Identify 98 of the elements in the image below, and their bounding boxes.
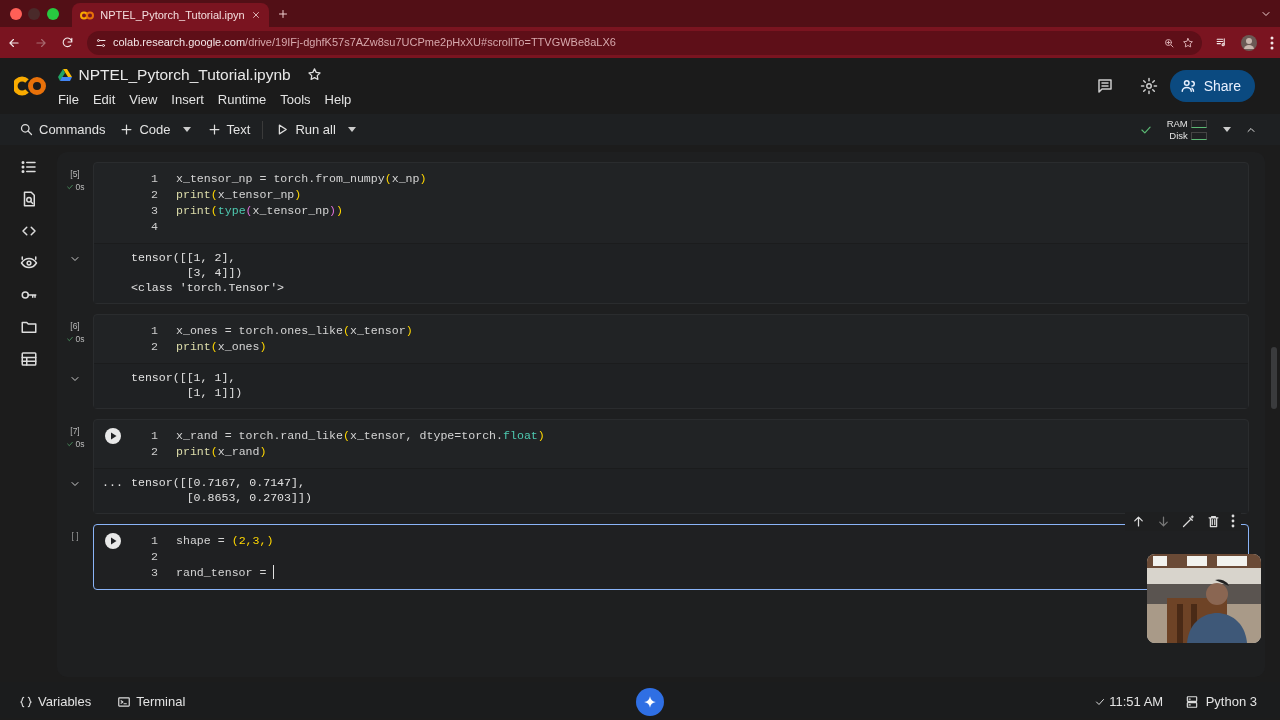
search-icon bbox=[19, 122, 34, 137]
arrow-down-icon[interactable] bbox=[1156, 514, 1171, 529]
check-icon bbox=[65, 183, 74, 192]
code-line: x_ones = torch.ones_like(x_tensor) bbox=[176, 323, 413, 339]
code-line: x_tensor_np = torch.from_numpy(x_np) bbox=[176, 171, 427, 187]
reload-icon[interactable] bbox=[60, 36, 74, 49]
line-number: 3 bbox=[150, 565, 158, 581]
status-bar-button[interactable]: Variables bbox=[13, 689, 98, 715]
table-icon[interactable] bbox=[19, 350, 38, 368]
execution-count: [ ] bbox=[71, 530, 79, 543]
browser-tab[interactable]: NPTEL_Pytorch_Tutorial.ipyn bbox=[71, 3, 270, 27]
assistant-button[interactable] bbox=[635, 688, 664, 716]
close-icon[interactable] bbox=[251, 10, 262, 20]
execution-count: [6] bbox=[70, 320, 80, 333]
plus-icon bbox=[206, 122, 222, 137]
menu-item[interactable]: Edit bbox=[92, 89, 116, 109]
line-number: 2 bbox=[150, 187, 158, 203]
line-number: 1 bbox=[150, 323, 158, 339]
caret-icon[interactable] bbox=[347, 127, 356, 132]
bookmark-star-icon[interactable] bbox=[1181, 36, 1194, 49]
execution-time: 0s bbox=[65, 180, 85, 194]
menu-item[interactable]: View bbox=[129, 89, 158, 109]
menu-item[interactable]: Help bbox=[324, 89, 352, 109]
more-icon[interactable] bbox=[1231, 514, 1235, 528]
server-icon bbox=[1185, 695, 1200, 709]
code-line: rand_tensor = bbox=[176, 565, 268, 581]
code-line: print(x_rand) bbox=[176, 444, 267, 460]
close-window-button[interactable] bbox=[9, 7, 22, 20]
line-number: 1 bbox=[150, 533, 158, 549]
execution-time: 0s bbox=[65, 437, 85, 451]
code-line: x_rand = torch.rand_like(x_tensor, dtype=torch.float) bbox=[176, 428, 545, 444]
comment-icon[interactable] bbox=[1095, 77, 1114, 95]
run-button[interactable] bbox=[104, 533, 121, 549]
settings-icon[interactable] bbox=[1139, 77, 1158, 95]
toolbar-button[interactable]: Text bbox=[200, 116, 257, 143]
status-bar-button[interactable]: Terminal bbox=[111, 689, 192, 715]
trash-icon[interactable] bbox=[1206, 514, 1221, 529]
cell-output: tensor([[1, 2], [3, 4]]) <class 'torch.Tensor'> bbox=[131, 250, 285, 295]
line-number: 4 bbox=[150, 219, 158, 235]
media-icon[interactable] bbox=[1214, 36, 1228, 49]
code-cell[interactable]: 1 x_tensor_np = torch.from_numpy(x_np) 2 print(x_tensor_np) 3 print(type(x_tensor_np)) 4 tensor([[1, 2], [3, 4]]) <class 'torch.Tensor'> bbox=[93, 162, 1249, 304]
line-number: 1 bbox=[150, 428, 158, 444]
table-of-contents-icon[interactable] bbox=[19, 158, 38, 176]
magic-wand-icon[interactable] bbox=[1181, 514, 1196, 529]
line-number: 2 bbox=[150, 444, 158, 460]
address-field[interactable]: colab.research.google.com/drive/19IFj-dghfK57s7AZw8su7UCPme2pHxXU#scrollTo=TTVGWBe8aLX6 bbox=[86, 30, 1202, 55]
execution-count: [7] bbox=[70, 425, 80, 438]
caret-icon[interactable] bbox=[182, 127, 191, 132]
check-icon bbox=[1093, 696, 1106, 708]
caret-icon[interactable] bbox=[1223, 127, 1231, 132]
run-button[interactable] bbox=[104, 428, 121, 444]
line-number: 3 bbox=[150, 203, 158, 219]
drive-icon bbox=[58, 68, 72, 81]
code-line: print(type(x_tensor_np)) bbox=[176, 203, 344, 219]
line-number: 1 bbox=[150, 171, 158, 187]
cell-output: tensor([[1, 1], [1, 1]]) bbox=[131, 370, 243, 400]
braces-icon bbox=[19, 695, 33, 709]
logo-icon bbox=[79, 10, 94, 20]
execution-count: [5] bbox=[70, 168, 80, 181]
code-line: print(x_tensor_np) bbox=[176, 187, 302, 203]
star-icon[interactable] bbox=[307, 67, 323, 83]
code-line: shape = (2,3,) bbox=[176, 533, 274, 549]
tab-title: NPTEL_Pytorch_Tutorial.ipyn bbox=[100, 7, 245, 23]
site-settings-icon[interactable] bbox=[94, 36, 107, 49]
output-busy-indicator: ... bbox=[102, 475, 123, 491]
check-icon bbox=[65, 440, 74, 449]
notebook-title[interactable]: NPTEL_Pytorch_Tutorial.ipynb bbox=[78, 63, 291, 87]
more-icon[interactable] bbox=[1269, 35, 1274, 50]
execution-time: 0s bbox=[65, 332, 85, 346]
line-number: 2 bbox=[150, 549, 158, 565]
cell-output: tensor([[0.7167, 0.7147], [0.8653, 0.2703]]) bbox=[131, 475, 312, 505]
toolbar-button[interactable]: Code bbox=[113, 116, 177, 143]
share-button[interactable]: Share bbox=[1169, 70, 1255, 102]
code-cell[interactable]: 1 shape = (2,3,) 2 3 rand_tensor = bbox=[93, 524, 1249, 590]
new-tab-icon[interactable] bbox=[277, 7, 290, 20]
menu-item[interactable]: Insert bbox=[171, 89, 204, 109]
terminal-icon bbox=[117, 695, 132, 709]
runtime-status[interactable]: Python 3 bbox=[1185, 692, 1257, 712]
code-line: print(x_ones) bbox=[176, 339, 267, 355]
menu-item[interactable]: Runtime bbox=[217, 89, 267, 109]
menu-item[interactable]: Tools bbox=[280, 89, 311, 109]
scrollbar[interactable] bbox=[1271, 347, 1277, 409]
check-icon bbox=[65, 335, 74, 344]
code-cell[interactable]: 1 x_ones = torch.ones_like(x_tensor) 2 print(x_ones) tensor([[1, 1], [1, 1]]) bbox=[93, 314, 1249, 409]
toolbar-button[interactable]: Commands bbox=[13, 116, 112, 143]
code-cell[interactable]: 1 x_rand = torch.rand_like(x_tensor, dtype=torch.float) 2 print(x_rand) ... tensor([[0.7167, 0.7147], [0.8653, 0.2703]]) bbox=[93, 419, 1249, 514]
app-logo[interactable] bbox=[14, 76, 47, 96]
resource-meter[interactable]: RAM Disk bbox=[1166, 117, 1207, 142]
profile-avatar[interactable] bbox=[1240, 34, 1257, 51]
zoom-icon[interactable] bbox=[1163, 36, 1175, 49]
arrow-up-icon[interactable] bbox=[1131, 514, 1146, 529]
menu-item[interactable]: File bbox=[58, 89, 79, 109]
toolbar-button[interactable]: Run all bbox=[269, 116, 342, 143]
plus-icon bbox=[119, 122, 135, 137]
line-number: 2 bbox=[150, 339, 158, 355]
maximize-window-button[interactable] bbox=[46, 7, 59, 20]
execution-status[interactable]: 11:51 AM bbox=[1093, 692, 1164, 712]
people-icon bbox=[1179, 77, 1198, 95]
